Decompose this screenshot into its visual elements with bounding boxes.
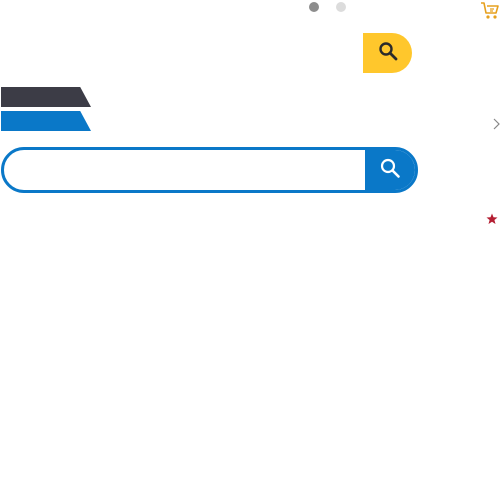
category-tab-blue[interactable] (1, 111, 91, 131)
search-icon (379, 157, 401, 184)
page (0, 0, 500, 500)
search-bar (1, 147, 418, 193)
search-button[interactable] (365, 150, 415, 190)
category-tab-dark[interactable] (1, 87, 91, 107)
chevron-right-icon[interactable] (493, 117, 500, 130)
carousel-dots (309, 2, 346, 12)
carousel-dot-1[interactable] (309, 2, 319, 12)
search-icon (378, 41, 398, 66)
shopping-cart-icon[interactable] (480, 0, 500, 20)
search-input[interactable] (4, 150, 365, 190)
search-button-yellow[interactable] (363, 33, 412, 73)
carousel-dot-2[interactable] (336, 2, 346, 12)
star-icon (486, 212, 498, 224)
